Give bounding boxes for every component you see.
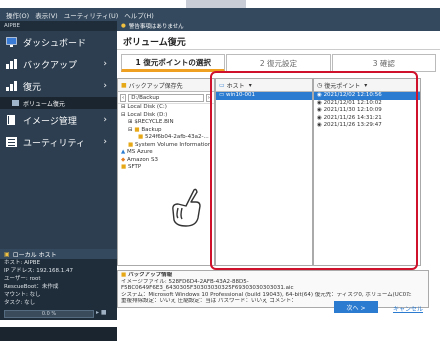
task-progress: 0.0 % <box>4 310 94 318</box>
tree-item[interactable]: ⊟ Local Disk (D:) <box>118 112 214 120</box>
menu-utility[interactable]: ユーティリティ(U) <box>64 10 119 20</box>
tree-item[interactable]: ⊟ Local Disk (C:) <box>118 104 214 112</box>
folder-icon: ■ <box>121 272 127 278</box>
tree-item[interactable]: ■ 524f6b04-2afb-43a2-... <box>118 134 214 142</box>
chevron-down-icon: ▾ <box>248 81 252 89</box>
backup-destination-header: ■ バックアップ保存先 <box>118 79 214 92</box>
wizard-steps: 1 復元ポイントの選択 2 復元設定 3 確認 <box>121 54 437 72</box>
sidebar: AIPBE ダッシュボード バックアップ › 復元 › ボリューム復元 イメージ… <box>0 21 117 341</box>
restore-point-item[interactable]: ◉ 2021/11/26 14:31:21 <box>314 115 420 123</box>
tree-item[interactable]: ■ System Volume Information <box>118 142 214 150</box>
folder-tree: ⊟ Local Disk (C:) ⊟ Local Disk (D:) ⊞ $R… <box>118 104 214 172</box>
tree-item[interactable]: ■ SFTP <box>118 164 214 172</box>
pointing-hand-icon <box>172 188 201 227</box>
cancel-button[interactable]: キャンセル <box>393 304 423 313</box>
tree-item[interactable]: ⊞ $RECYCLE.BIN <box>118 119 214 127</box>
restore-points-header[interactable]: ◷ 復元ポイント ▾ <box>314 79 420 92</box>
step-restore-settings[interactable]: 2 復元設定 <box>226 54 331 72</box>
sidebar-item-restore[interactable]: 復元 › <box>0 75 117 97</box>
task-row: タスク: なし <box>4 300 36 306</box>
info-line: 重複排除設定：いいえ 圧縮設定：当は パスワード：いいえ コメント： <box>121 298 297 304</box>
sidebar-item-volume-restore[interactable]: ボリューム復元 <box>0 97 117 109</box>
restore-points-list: ◉ 2021/12/02 12:10:56 ◉ 2021/12/01 12:10… <box>314 92 420 130</box>
step-select-point[interactable]: 1 復元ポイントの選択 <box>121 54 226 72</box>
next-button[interactable]: 次へ > <box>334 301 378 313</box>
restore-points-pane: ◷ 復元ポイント ▾ ◉ 2021/12/02 12:10:56 ◉ 2021/… <box>313 78 421 266</box>
local-host-title: ▣ ローカル ホスト <box>0 249 117 259</box>
tree-item[interactable]: ▲ MS Azure <box>118 149 214 157</box>
chevron-down-icon: ▾ <box>364 81 368 89</box>
host-list: ▭ win10-001 <box>216 92 312 100</box>
sidebar-item-label: ユーティリティ <box>23 138 85 149</box>
monitor-icon <box>6 37 17 47</box>
sidebar-item-utility[interactable]: ユーティリティ › <box>0 131 117 153</box>
main-panel: ● 警告事項はありません ボリューム復元 1 復元ポイントの選択 2 復元設定 … <box>117 21 440 320</box>
host-pane: ▭ ホスト ▾ ▭ win10-001 <box>215 78 313 266</box>
info-icon: ● <box>121 23 126 29</box>
restore-icon <box>6 81 17 91</box>
chevron-right-icon: › <box>103 137 107 147</box>
page-title: ボリューム復元 <box>117 31 440 50</box>
restore-point-item[interactable]: ◉ 2021/11/30 12:10:09 <box>314 107 420 115</box>
sidebar-item-label: ボリューム復元 <box>23 100 65 108</box>
computer-icon: ▣ <box>4 250 10 258</box>
clock-icon: ◷ <box>317 81 323 89</box>
mount-row: マウント: なし <box>4 292 41 298</box>
backup-destination-pane: ■ バックアップ保存先 ‹ D:/Backup › ⊟ Local Disk (… <box>117 78 215 266</box>
restore-point-item[interactable]: ◉ 2021/12/01 12:10:02 <box>314 100 420 108</box>
back-button[interactable]: ‹ <box>120 93 127 102</box>
path-go-button[interactable]: › <box>205 93 212 102</box>
backup-info: ■ バックアップ情報 イメージファイル: 528FD6D4-2AFB-43A2-… <box>117 270 429 308</box>
host-row: ホスト: AIPBE <box>4 260 41 266</box>
rescueboot-row: RescueBoot：未作成 <box>4 284 59 290</box>
menu-view[interactable]: 表示(V) <box>35 10 58 20</box>
app-title: AIPBE <box>0 21 117 31</box>
path-input[interactable]: D:/Backup <box>128 93 204 102</box>
sidebar-item-dashboard[interactable]: ダッシュボード <box>0 31 117 53</box>
path-row: ‹ D:/Backup › <box>118 92 214 104</box>
folder-icon: ■ <box>121 81 127 89</box>
host-header[interactable]: ▭ ホスト ▾ <box>216 79 312 92</box>
tree-item[interactable]: ◆ Amazon S3 <box>118 157 214 165</box>
list-icon <box>6 137 17 147</box>
chevron-right-icon: › <box>103 115 107 125</box>
title-tab <box>186 0 246 8</box>
step-confirm[interactable]: 3 確認 <box>331 54 436 72</box>
local-host-panel: ▣ ローカル ホスト ホスト: AIPBE IP アドレス: 192.168.1… <box>0 249 117 320</box>
notice-bar: ● 警告事項はありません <box>117 21 440 31</box>
restore-point-item[interactable]: ◉ 2021/12/02 12:10:56 <box>314 92 420 100</box>
menu-operation[interactable]: 操作(O) <box>6 10 29 20</box>
monitor-icon: ▭ <box>219 81 225 89</box>
tree-item[interactable]: ⊟ ■ Backup <box>118 127 214 135</box>
sidebar-item-label: イメージ管理 <box>23 116 77 127</box>
chart-icon <box>6 59 17 69</box>
menu-bar: 操作(O) 表示(V) ユーティリティ(U) ヘルプ(H) <box>0 8 440 21</box>
task-controls[interactable]: ▸ ■ <box>96 309 107 316</box>
sidebar-item-label: バックアップ <box>23 60 78 71</box>
sidebar-item-label: 復元 <box>23 82 42 93</box>
user-row: ユーザー: root <box>4 276 41 282</box>
sidebar-item-backup[interactable]: バックアップ › <box>0 53 117 75</box>
volume-icon <box>12 100 19 106</box>
sidebar-footer <box>0 327 117 341</box>
chevron-right-icon: › <box>103 59 107 69</box>
book-icon <box>7 115 15 125</box>
sidebar-item-label: ダッシュボード <box>23 38 87 49</box>
restore-point-item[interactable]: ◉ 2021/11/26 13:29:47 <box>314 122 420 130</box>
menu-help[interactable]: ヘルプ(H) <box>124 10 153 20</box>
chevron-right-icon: › <box>103 81 107 91</box>
sidebar-item-image-management[interactable]: イメージ管理 › <box>0 109 117 131</box>
ip-row: IP アドレス: 192.168.1.47 <box>4 268 74 274</box>
host-item[interactable]: ▭ win10-001 <box>216 92 312 100</box>
